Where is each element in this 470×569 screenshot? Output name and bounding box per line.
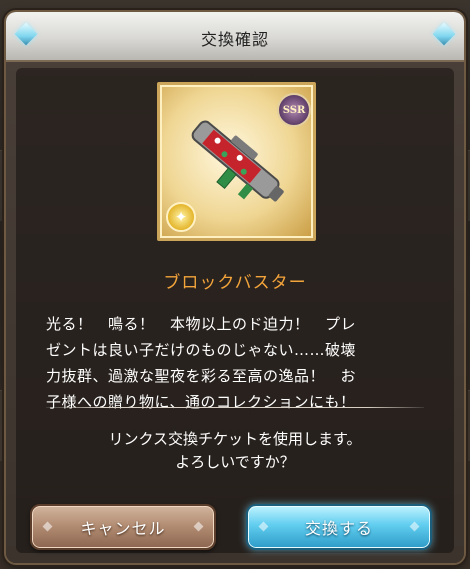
confirm-line: リンクス交換チケットを使用します。	[108, 430, 362, 448]
description-line: 光る！ 鳴る！ 本物以上のド迫力！ プレ	[46, 315, 357, 333]
dialog-header: 交換確認	[6, 12, 464, 62]
divider	[46, 407, 424, 408]
item-card: SSR ✦	[157, 82, 316, 241]
ssr-rarity-badge: SSR	[277, 93, 311, 127]
button-ornament-icon	[409, 521, 420, 532]
item-description: 光る！ 鳴る！ 本物以上のド迫力！ プレ ゼントは良い子だけのものじゃない……破…	[46, 311, 426, 415]
button-ornament-icon	[42, 521, 53, 532]
button-ornament-icon	[258, 521, 269, 532]
description-line: 子様への贈り物に、通のコレクションにも！	[46, 393, 356, 411]
light-element-icon: ✦	[166, 202, 196, 232]
weapon-blaster-icon	[191, 120, 284, 202]
confirm-line: よろしいですか？	[175, 453, 295, 471]
button-ornament-icon	[193, 521, 204, 532]
item-name: ブロックバスター	[163, 273, 307, 293]
description-line: ゼントは良い子だけのものじゃない……破壊	[46, 341, 357, 359]
cancel-button[interactable]: キャンセル	[30, 504, 216, 550]
description-line: 力抜群、過激な聖夜を彩る至高の逸品！ お	[46, 367, 357, 385]
exchange-button[interactable]: 交換する	[246, 504, 432, 550]
confirm-message: リンクス交換チケットを使用します。 よろしいですか？	[0, 428, 470, 474]
exchange-button-label: 交換する	[304, 519, 373, 538]
cancel-button-label: キャンセル	[80, 519, 166, 538]
dialog-title: 交換確認	[200, 30, 269, 49]
